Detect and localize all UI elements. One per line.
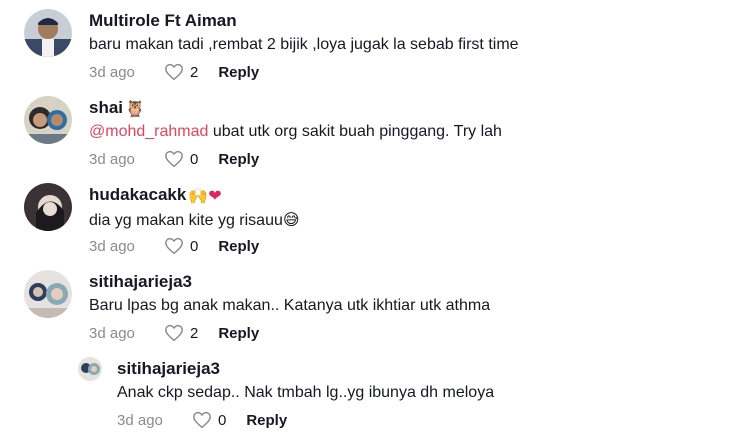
reply-item: sitihajarieja3 Anak ckp sedap.. Nak tmba… xyxy=(0,348,744,440)
like-button[interactable]: 2 xyxy=(164,63,198,81)
comment-body: ubat utk org sakit buah pinggang. Try la… xyxy=(208,123,502,140)
avatar[interactable] xyxy=(24,9,72,57)
timestamp: 3d ago xyxy=(117,411,163,429)
timestamp: 3d ago xyxy=(89,237,135,255)
comment-text: Baru lpas bg anak makan.. Katanya utk ik… xyxy=(89,297,490,315)
comment-item: sitihajarieja3 Baru lpas bg anak makan..… xyxy=(0,261,744,348)
like-button[interactable]: 0 xyxy=(164,150,198,168)
heart-outline-icon[interactable] xyxy=(164,324,184,342)
comment-meta: 3d ago 2 Reply xyxy=(89,63,259,81)
comment-body: baru makan tadi ,rembat 2 bijik ,loya ju… xyxy=(89,36,519,53)
timestamp: 3d ago xyxy=(89,63,135,81)
mention-link[interactable]: @mohd_rahmad xyxy=(89,123,208,140)
heart-outline-icon[interactable] xyxy=(164,63,184,81)
username-text[interactable]: hudakacakk xyxy=(89,185,186,205)
username-text[interactable]: Multirole Ft Aiman xyxy=(89,11,237,31)
avatar[interactable] xyxy=(24,96,72,144)
reply-button[interactable]: Reply xyxy=(218,151,259,168)
comment-username[interactable]: Multirole Ft Aiman xyxy=(89,11,237,31)
comment-username[interactable]: sitihajarieja3 xyxy=(117,359,220,379)
raised-hands-heart-emoji-icon: 🙌❤ xyxy=(188,185,222,205)
username-text[interactable]: sitihajarieja3 xyxy=(117,359,220,379)
like-count: 0 xyxy=(190,237,199,255)
comment-body: Baru lpas bg anak makan.. Katanya utk ik… xyxy=(89,297,491,314)
comment-text: dia yg makan kite yg risauu😅 xyxy=(89,210,300,230)
reply-button[interactable]: Reply xyxy=(246,412,287,429)
comment-item: Multirole Ft Aiman baru makan tadi ,remb… xyxy=(0,0,744,87)
owl-emoji-icon: 🦉 xyxy=(125,98,145,118)
comment-item: hudakacakk 🙌❤ dia yg makan kite yg risau… xyxy=(0,174,744,261)
comment-username[interactable]: sitihajarieja3 xyxy=(89,272,192,292)
comment-meta: 3d ago 0 Reply xyxy=(89,150,259,168)
avatar[interactable] xyxy=(24,183,72,231)
like-button[interactable]: 0 xyxy=(164,237,198,255)
heart-outline-icon[interactable] xyxy=(192,411,212,429)
avatar[interactable] xyxy=(24,270,72,318)
comment-meta: 3d ago 2 Reply xyxy=(89,324,259,342)
comment-username[interactable]: shai 🦉 xyxy=(89,98,145,118)
comment-text: Anak ckp sedap.. Nak tmbah lg..yg ibunya… xyxy=(117,384,494,402)
like-button[interactable]: 0 xyxy=(192,411,226,429)
reply-button[interactable]: Reply xyxy=(218,238,259,255)
comment-meta: 3d ago 0 Reply xyxy=(89,237,259,255)
avatar[interactable] xyxy=(78,357,102,381)
reply-button[interactable]: Reply xyxy=(218,325,259,342)
reply-button[interactable]: Reply xyxy=(218,64,259,81)
heart-outline-icon[interactable] xyxy=(164,237,184,255)
like-count: 2 xyxy=(190,324,199,342)
comment-username[interactable]: hudakacakk 🙌❤ xyxy=(89,185,222,205)
like-count: 0 xyxy=(190,150,199,168)
username-text[interactable]: shai xyxy=(89,98,123,118)
like-count: 2 xyxy=(190,63,199,81)
like-count: 0 xyxy=(218,411,227,429)
comment-text: @mohd_rahmad ubat utk org sakit buah pin… xyxy=(89,123,502,141)
heart-outline-icon[interactable] xyxy=(164,150,184,168)
comment-item: shai 🦉 @mohd_rahmad ubat utk org sakit b… xyxy=(0,87,744,174)
timestamp: 3d ago xyxy=(89,150,135,168)
timestamp: 3d ago xyxy=(89,324,135,342)
comment-body: dia yg makan kite yg risauu😅 xyxy=(89,212,300,229)
username-text[interactable]: sitihajarieja3 xyxy=(89,272,192,292)
comment-meta: 3d ago 0 Reply xyxy=(117,411,287,429)
like-button[interactable]: 2 xyxy=(164,324,198,342)
comment-body: Anak ckp sedap.. Nak tmbah lg..yg ibunya… xyxy=(117,384,495,401)
comment-text: baru makan tadi ,rembat 2 bijik ,loya ju… xyxy=(89,36,519,54)
